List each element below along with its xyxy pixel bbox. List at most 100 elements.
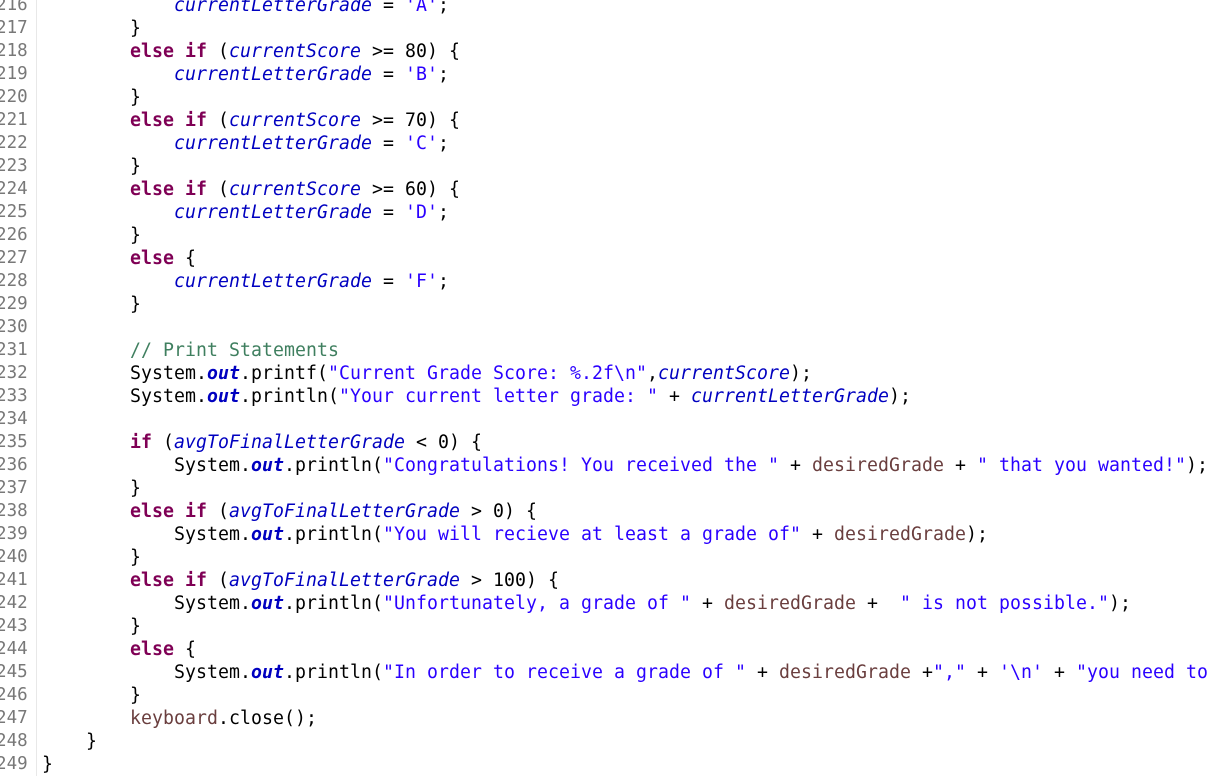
code-line[interactable]: 248 } — [0, 730, 1207, 753]
code-text: } — [130, 547, 141, 568]
code-line[interactable]: 221 else if (currentScore >= 70) { — [0, 109, 1207, 132]
code-line[interactable]: 246 } — [0, 684, 1207, 707]
code-text: ; — [438, 64, 449, 85]
code-line[interactable]: 236 System.out.println("Congratulations!… — [0, 454, 1207, 477]
code-line[interactable]: 239 System.out.println("You will recieve… — [0, 523, 1207, 546]
code-text: > 0) { — [460, 501, 537, 522]
code-content[interactable]: keyboard.close(); — [37, 707, 317, 730]
code-text: } — [130, 478, 141, 499]
code-content[interactable] — [37, 316, 42, 339]
code-content[interactable]: } — [37, 684, 141, 707]
code-line[interactable]: 232 System.out.printf("Current Grade Sco… — [0, 362, 1207, 385]
line-number: 245 — [0, 661, 37, 684]
code-content[interactable]: currentLetterGrade = 'F'; — [37, 270, 449, 293]
line-number: 237 — [0, 477, 37, 500]
code-line[interactable]: 235 if (avgToFinalLetterGrade < 0) { — [0, 431, 1207, 454]
code-line[interactable]: 229 } — [0, 293, 1207, 316]
code-editor[interactable]: 216 currentLetterGrade = 'A'; 217 } 218 el… — [0, 0, 1207, 776]
code-content[interactable]: } — [37, 224, 141, 247]
code-line[interactable]: 227 else { — [0, 247, 1207, 270]
code-line[interactable]: 233 System.out.println("Your current let… — [0, 385, 1207, 408]
code-content[interactable]: if (avgToFinalLetterGrade < 0) { — [37, 431, 482, 454]
code-line[interactable]: 242 System.out.println("Unfortunately, a… — [0, 592, 1207, 615]
code-content[interactable] — [37, 408, 42, 431]
code-line[interactable]: 218 else if (currentScore >= 80) { — [0, 40, 1207, 63]
code-text: ); — [889, 386, 911, 407]
code-line[interactable]: 245 System.out.println("In order to rece… — [0, 661, 1207, 684]
code-line[interactable]: 247 keyboard.close(); — [0, 707, 1207, 730]
line-number: 241 — [0, 569, 37, 592]
code-content[interactable]: } — [37, 730, 97, 753]
code-content[interactable]: } — [37, 293, 141, 316]
string-literal: "Congratulations! You received the " — [383, 455, 779, 476]
code-content[interactable]: } — [37, 753, 53, 776]
field-identifier: avgToFinalLetterGrade — [229, 570, 460, 591]
code-text: ; — [438, 271, 449, 292]
code-line[interactable]: 223 } — [0, 155, 1207, 178]
keyword: else — [130, 639, 174, 660]
code-content[interactable]: System.out.println("You will recieve at … — [37, 523, 988, 546]
code-line[interactable]: 225 currentLetterGrade = 'D'; — [0, 201, 1207, 224]
code-content[interactable]: else if (currentScore >= 60) { — [37, 178, 460, 201]
code-text: >= 80) { — [361, 41, 460, 62]
code-line[interactable]: 231 // Print Statements — [0, 339, 1207, 362]
code-content[interactable]: } — [37, 86, 141, 109]
code-line[interactable]: 234 — [0, 408, 1207, 431]
code-line[interactable]: 238 else if (avgToFinalLetterGrade > 0) … — [0, 500, 1207, 523]
code-line[interactable]: 228 currentLetterGrade = 'F'; — [0, 270, 1207, 293]
comment: // Print Statements — [130, 340, 339, 361]
code-line[interactable]: 230 — [0, 316, 1207, 339]
code-content[interactable]: currentLetterGrade = 'B'; — [37, 63, 449, 86]
code-line[interactable]: 217 } — [0, 17, 1207, 40]
code-line[interactable]: 220 } — [0, 86, 1207, 109]
code-text: + — [746, 662, 779, 683]
code-content[interactable]: System.out.println("Your current letter … — [37, 385, 911, 408]
code-line[interactable]: 226 } — [0, 224, 1207, 247]
code-line[interactable]: 244 else { — [0, 638, 1207, 661]
code-content[interactable]: // Print Statements — [37, 339, 339, 362]
field-identifier: currentLetterGrade — [174, 271, 372, 292]
code-content[interactable]: else { — [37, 638, 196, 661]
code-text: { — [174, 248, 196, 269]
keyword: else — [130, 41, 174, 62]
code-content[interactable]: } — [37, 477, 141, 500]
code-content[interactable]: } — [37, 17, 141, 40]
code-text: System. — [174, 662, 251, 683]
code-line[interactable]: 237 } — [0, 477, 1207, 500]
code-line[interactable]: 241 else if (avgToFinalLetterGrade > 100… — [0, 569, 1207, 592]
code-line[interactable]: 240 } — [0, 546, 1207, 569]
code-content[interactable]: } — [37, 546, 141, 569]
code-text: .println( — [284, 662, 383, 683]
string-literal: "Your current letter grade: " — [339, 386, 658, 407]
line-number: 243 — [0, 615, 37, 638]
static-field: out — [251, 455, 284, 476]
code-text: .println( — [240, 386, 339, 407]
code-content[interactable]: else if (avgToFinalLetterGrade > 100) { — [37, 569, 559, 592]
code-content[interactable]: System.out.printf("Current Grade Score: … — [37, 362, 812, 385]
line-number: 221 — [0, 109, 37, 132]
code-line[interactable]: 219 currentLetterGrade = 'B'; — [0, 63, 1207, 86]
code-text: ( — [207, 570, 229, 591]
line-number: 218 — [0, 40, 37, 63]
code-content[interactable]: currentLetterGrade = 'C'; — [37, 132, 449, 155]
field-identifier: currentScore — [229, 41, 361, 62]
code-text: ( — [207, 501, 229, 522]
code-content[interactable]: System.out.println("Unfortunately, a gra… — [37, 592, 1131, 615]
code-line[interactable]: 222 currentLetterGrade = 'C'; — [0, 132, 1207, 155]
static-field: out — [251, 593, 284, 614]
code-content[interactable]: else if (currentScore >= 70) { — [37, 109, 460, 132]
code-content[interactable]: } — [37, 615, 141, 638]
code-content[interactable]: System.out.println("Congratulations! You… — [37, 454, 1207, 477]
code-content[interactable]: System.out.println("In order to receive … — [37, 661, 1207, 684]
code-content[interactable]: currentLetterGrade = 'A'; — [37, 0, 449, 17]
code-content[interactable]: else if (currentScore >= 80) { — [37, 40, 460, 63]
code-content[interactable]: } — [37, 155, 141, 178]
code-line[interactable]: 243 } — [0, 615, 1207, 638]
code-line[interactable]: 216 currentLetterGrade = 'A'; — [0, 0, 1207, 17]
code-content[interactable]: currentLetterGrade = 'D'; — [37, 201, 449, 224]
code-content[interactable]: else { — [37, 247, 196, 270]
code-content[interactable]: else if (avgToFinalLetterGrade > 0) { — [37, 500, 537, 523]
code-line[interactable]: 249} — [0, 753, 1207, 776]
code-line[interactable]: 224 else if (currentScore >= 60) { — [0, 178, 1207, 201]
